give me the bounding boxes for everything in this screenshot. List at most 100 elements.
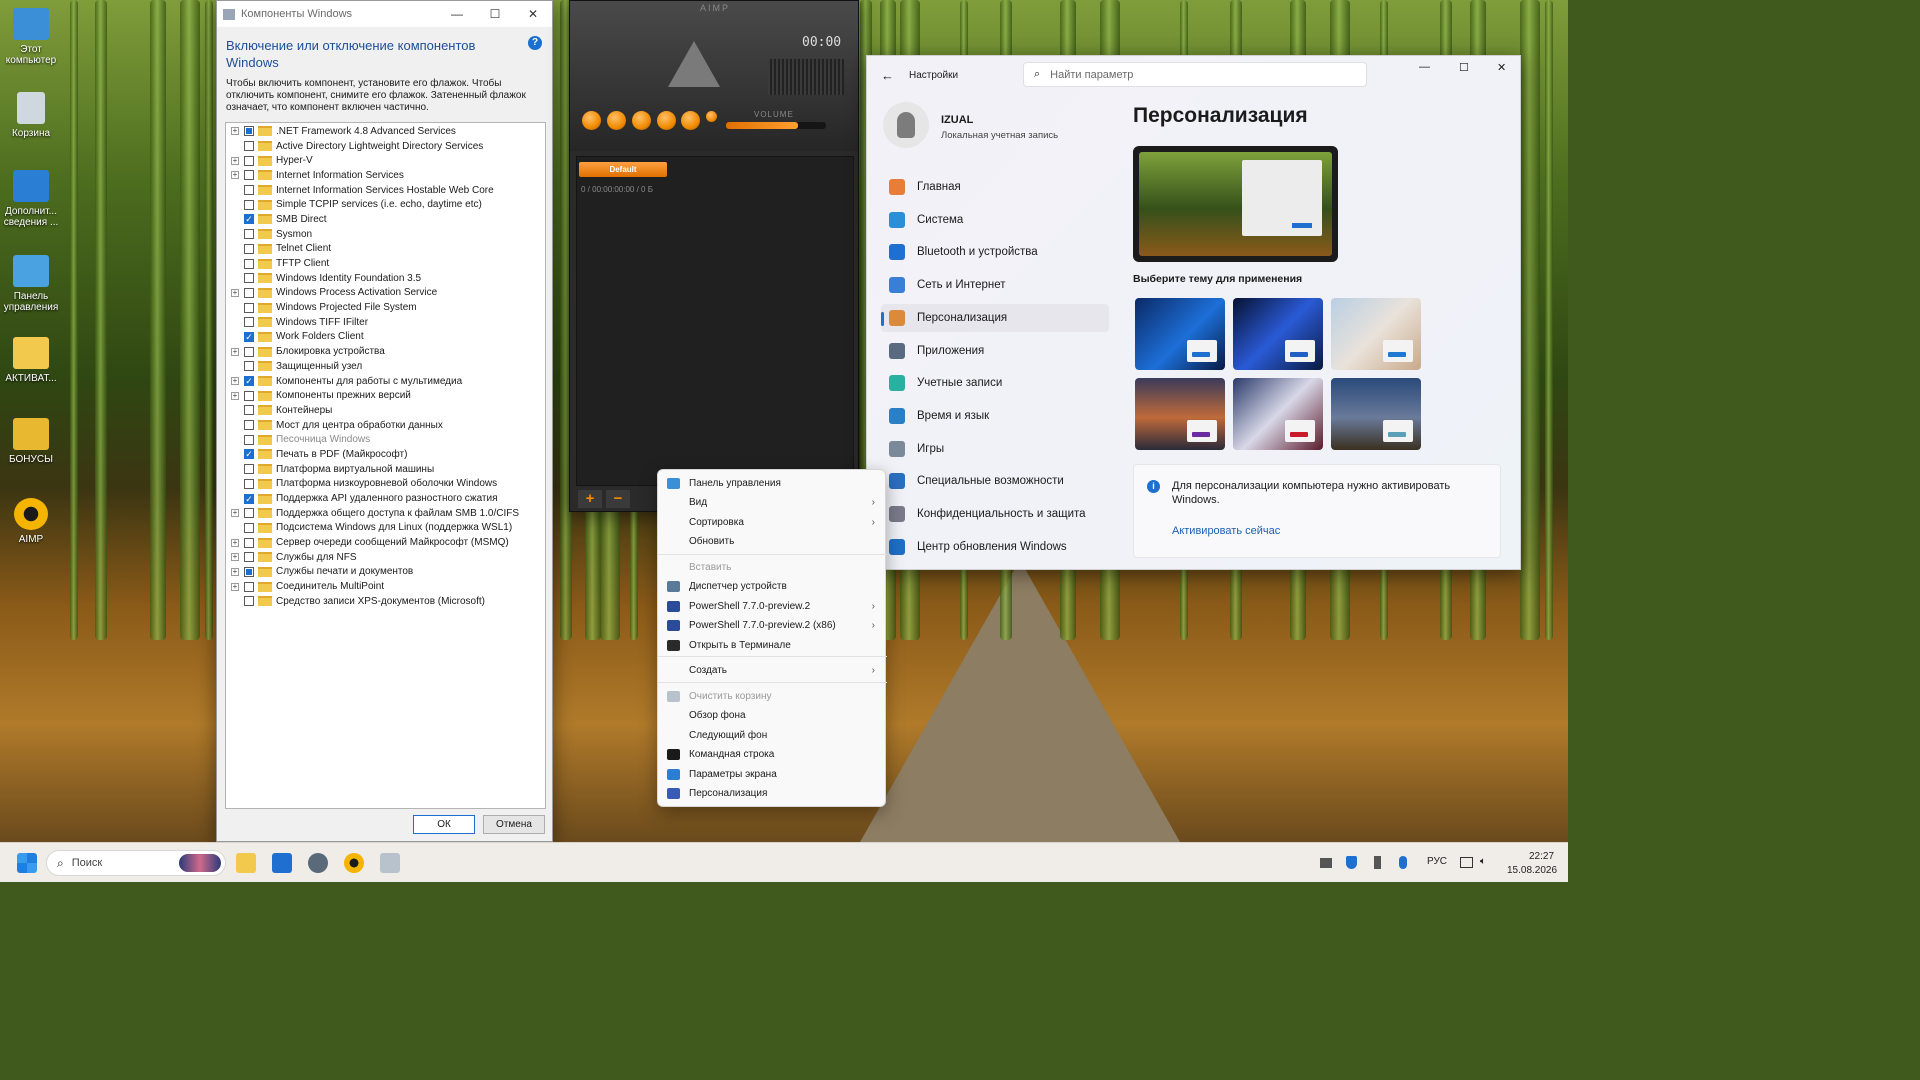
close-button[interactable]: ✕ [514, 7, 552, 21]
feature-row[interactable]: + Блокировка устройства [226, 344, 545, 359]
context-menu-item[interactable]: Обновить [662, 532, 883, 551]
network-icon[interactable] [1460, 857, 1473, 868]
aimp-icon[interactable] [344, 853, 364, 873]
feature-checkbox[interactable] [244, 229, 254, 240]
expand-icon[interactable]: + [231, 377, 239, 386]
aimp-playlist-tab[interactable]: Default [579, 162, 667, 177]
context-menu-item[interactable]: Создать › [662, 661, 883, 680]
activate-now-link[interactable]: Активировать сейчас [1172, 525, 1280, 537]
feature-checkbox[interactable] [244, 537, 254, 548]
feature-checkbox[interactable] [244, 302, 254, 313]
feature-row[interactable]: Sysmon [226, 227, 545, 242]
desktop-icon-info[interactable]: Дополнит... сведения ... [2, 170, 60, 228]
usb-icon[interactable] [1374, 856, 1381, 869]
nav-item[interactable]: Персонализация [881, 303, 1109, 332]
minimize-button[interactable]: — [1419, 61, 1430, 73]
feature-row[interactable]: TFTP Client [226, 256, 545, 271]
feature-row[interactable]: Windows TIFF IFilter [226, 315, 545, 330]
feature-row[interactable]: Защищенный узел [226, 359, 545, 374]
start-button[interactable] [17, 853, 37, 873]
desktop-icon-aimp[interactable]: AIMP [2, 498, 60, 545]
feature-row[interactable]: + Службы печати и документов [226, 565, 545, 580]
feature-row[interactable]: Подсистема Windows для Linux (поддержка … [226, 521, 545, 536]
feature-checkbox[interactable]: ✓ [244, 449, 254, 460]
volume-icon[interactable]: 🔈︎ [1480, 856, 1486, 867]
store-icon[interactable] [272, 853, 292, 873]
cancel-button[interactable]: Отмена [483, 815, 545, 834]
feature-row[interactable]: Песочница Windows [226, 432, 545, 447]
expand-icon[interactable]: + [231, 553, 239, 562]
feature-row[interactable]: + .NET Framework 4.8 Advanced Services [226, 124, 545, 139]
feature-checkbox[interactable] [244, 522, 254, 533]
context-menu-item[interactable]: Открыть в Терминале [662, 636, 883, 655]
feature-row[interactable]: + Службы для NFS [226, 550, 545, 565]
feature-checkbox[interactable] [244, 185, 254, 196]
feature-checkbox[interactable] [244, 346, 254, 357]
feature-row[interactable]: Платформа виртуальной машины [226, 462, 545, 477]
feature-checkbox[interactable] [244, 287, 254, 298]
context-menu-item[interactable]: Командная строка [662, 745, 883, 764]
nav-item[interactable]: Центр обновления Windows [881, 533, 1109, 561]
desktop-icon-bonuses[interactable]: БОНУСЫ [2, 418, 60, 465]
nav-item[interactable]: Учетные записи [881, 369, 1109, 397]
feature-checkbox[interactable] [244, 317, 254, 328]
theme-thumbnail[interactable] [1331, 298, 1421, 370]
desktop-icon-recycle-bin[interactable]: Корзина [2, 92, 60, 139]
nav-item[interactable]: Приложения [881, 337, 1109, 365]
feature-checkbox[interactable] [244, 508, 254, 519]
expand-icon[interactable]: + [231, 127, 239, 136]
language-indicator[interactable]: РУС [1427, 856, 1447, 867]
nav-item[interactable]: Система [881, 206, 1109, 234]
theme-thumbnail[interactable] [1331, 378, 1421, 450]
theme-thumbnail[interactable] [1135, 378, 1225, 450]
context-menu-item[interactable]: Следующий фон [662, 726, 883, 745]
aimp-next-button[interactable] [681, 111, 700, 130]
feature-row[interactable]: ✓ SMB Direct [226, 212, 545, 227]
feature-checkbox[interactable]: ✓ [244, 376, 254, 387]
minimize-button[interactable]: — [438, 7, 476, 21]
context-menu-item[interactable]: PowerShell 7.7.0-preview.2 › [662, 597, 883, 616]
desktop-icon-activators[interactable]: АКТИВАТ... [2, 337, 60, 384]
feature-checkbox[interactable] [244, 596, 254, 607]
help-icon[interactable]: ? [528, 36, 542, 50]
feature-checkbox[interactable] [244, 405, 254, 416]
nav-item[interactable]: Конфиденциальность и защита [881, 500, 1109, 528]
feature-checkbox[interactable]: ✓ [244, 331, 254, 342]
feature-row[interactable]: Active Directory Lightweight Directory S… [226, 139, 545, 154]
feature-row[interactable]: + Internet Information Services [226, 168, 545, 183]
expand-icon[interactable]: + [231, 567, 239, 576]
aimp-prev-button[interactable] [582, 111, 601, 130]
ok-button[interactable]: ОК [413, 815, 475, 834]
back-arrow-icon[interactable]: ← [881, 68, 894, 83]
security-shield-icon[interactable] [1346, 856, 1357, 869]
avatar[interactable] [883, 102, 929, 148]
feature-row[interactable]: ✓ Печать в PDF (Майкрософт) [226, 447, 545, 462]
feature-row[interactable]: + Компоненты прежних версий [226, 388, 545, 403]
feature-checkbox[interactable] [244, 464, 254, 475]
file-explorer-icon[interactable] [236, 853, 256, 873]
feature-row[interactable]: Мост для центра обработки данных [226, 418, 545, 433]
maximize-button[interactable]: ☐ [1459, 61, 1469, 74]
aimp-volume-slider[interactable] [726, 122, 826, 129]
feature-checkbox[interactable] [244, 390, 254, 401]
window-titlebar[interactable]: Компоненты Windows — ☐ ✕ [217, 1, 552, 27]
theme-thumbnail[interactable] [1233, 298, 1323, 370]
windows-features-icon[interactable] [380, 853, 400, 873]
expand-icon[interactable]: + [231, 391, 239, 400]
aimp-pause-button[interactable] [632, 111, 651, 130]
aimp-play-button[interactable] [607, 111, 626, 130]
feature-checkbox[interactable] [244, 552, 254, 563]
feature-checkbox[interactable] [244, 258, 254, 269]
desktop-icon-control-panel[interactable]: Панель управления [2, 255, 60, 313]
feature-checkbox[interactable] [244, 170, 254, 181]
aimp-add-button[interactable]: + [578, 490, 602, 508]
aimp-stop-button[interactable] [657, 111, 676, 130]
clock-time[interactable]: 22:27 [1529, 851, 1554, 862]
feature-checkbox[interactable] [244, 243, 254, 254]
aimp-playlist[interactable]: Default 0 / 00:00:00:00 / 0 Б [576, 156, 854, 486]
expand-icon[interactable]: + [231, 156, 239, 165]
nav-item[interactable]: Специальные возможности [881, 467, 1109, 495]
feature-row[interactable]: Internet Information Services Hostable W… [226, 183, 545, 198]
keyboard-icon[interactable] [1320, 858, 1332, 868]
feature-row[interactable]: + ✓ Компоненты для работы с мультимедиа [226, 374, 545, 389]
